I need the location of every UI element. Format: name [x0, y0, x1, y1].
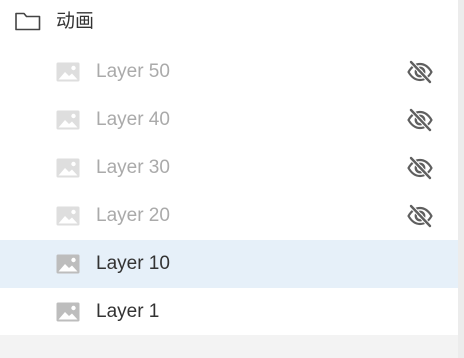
image-icon — [56, 206, 80, 226]
eye-off-icon[interactable] — [406, 107, 434, 133]
image-icon — [56, 302, 80, 322]
eye-off-icon[interactable] — [406, 59, 434, 85]
layer-name: Layer 30 — [96, 157, 170, 178]
folder-row[interactable]: 动画 — [0, 0, 458, 48]
folder-label: 动画 — [56, 11, 95, 32]
panel-edge — [458, 0, 464, 358]
layer-name: Layer 50 — [96, 61, 170, 82]
layer-row[interactable]: Layer 30 — [0, 144, 458, 192]
layer-name: Layer 40 — [96, 109, 170, 130]
layer-name: Layer 20 — [96, 205, 170, 226]
layers-panel: 动画 Layer 50 Layer 40 Layer 30 Layer 20 L… — [0, 0, 458, 335]
layer-row[interactable]: Layer 50 — [0, 48, 458, 96]
image-icon — [56, 254, 80, 274]
layer-name: Layer 1 — [96, 301, 160, 322]
layer-row-selected[interactable]: Layer 10 — [0, 240, 458, 288]
layer-row[interactable]: Layer 1 — [0, 288, 458, 336]
layer-row[interactable]: Layer 40 — [0, 96, 458, 144]
image-icon — [56, 62, 80, 82]
layer-name: Layer 10 — [96, 253, 170, 274]
folder-icon — [15, 12, 41, 31]
image-icon — [56, 158, 80, 178]
image-icon — [56, 110, 80, 130]
eye-off-icon[interactable] — [406, 155, 434, 181]
eye-off-icon[interactable] — [406, 203, 434, 229]
layer-row[interactable]: Layer 20 — [0, 192, 458, 240]
